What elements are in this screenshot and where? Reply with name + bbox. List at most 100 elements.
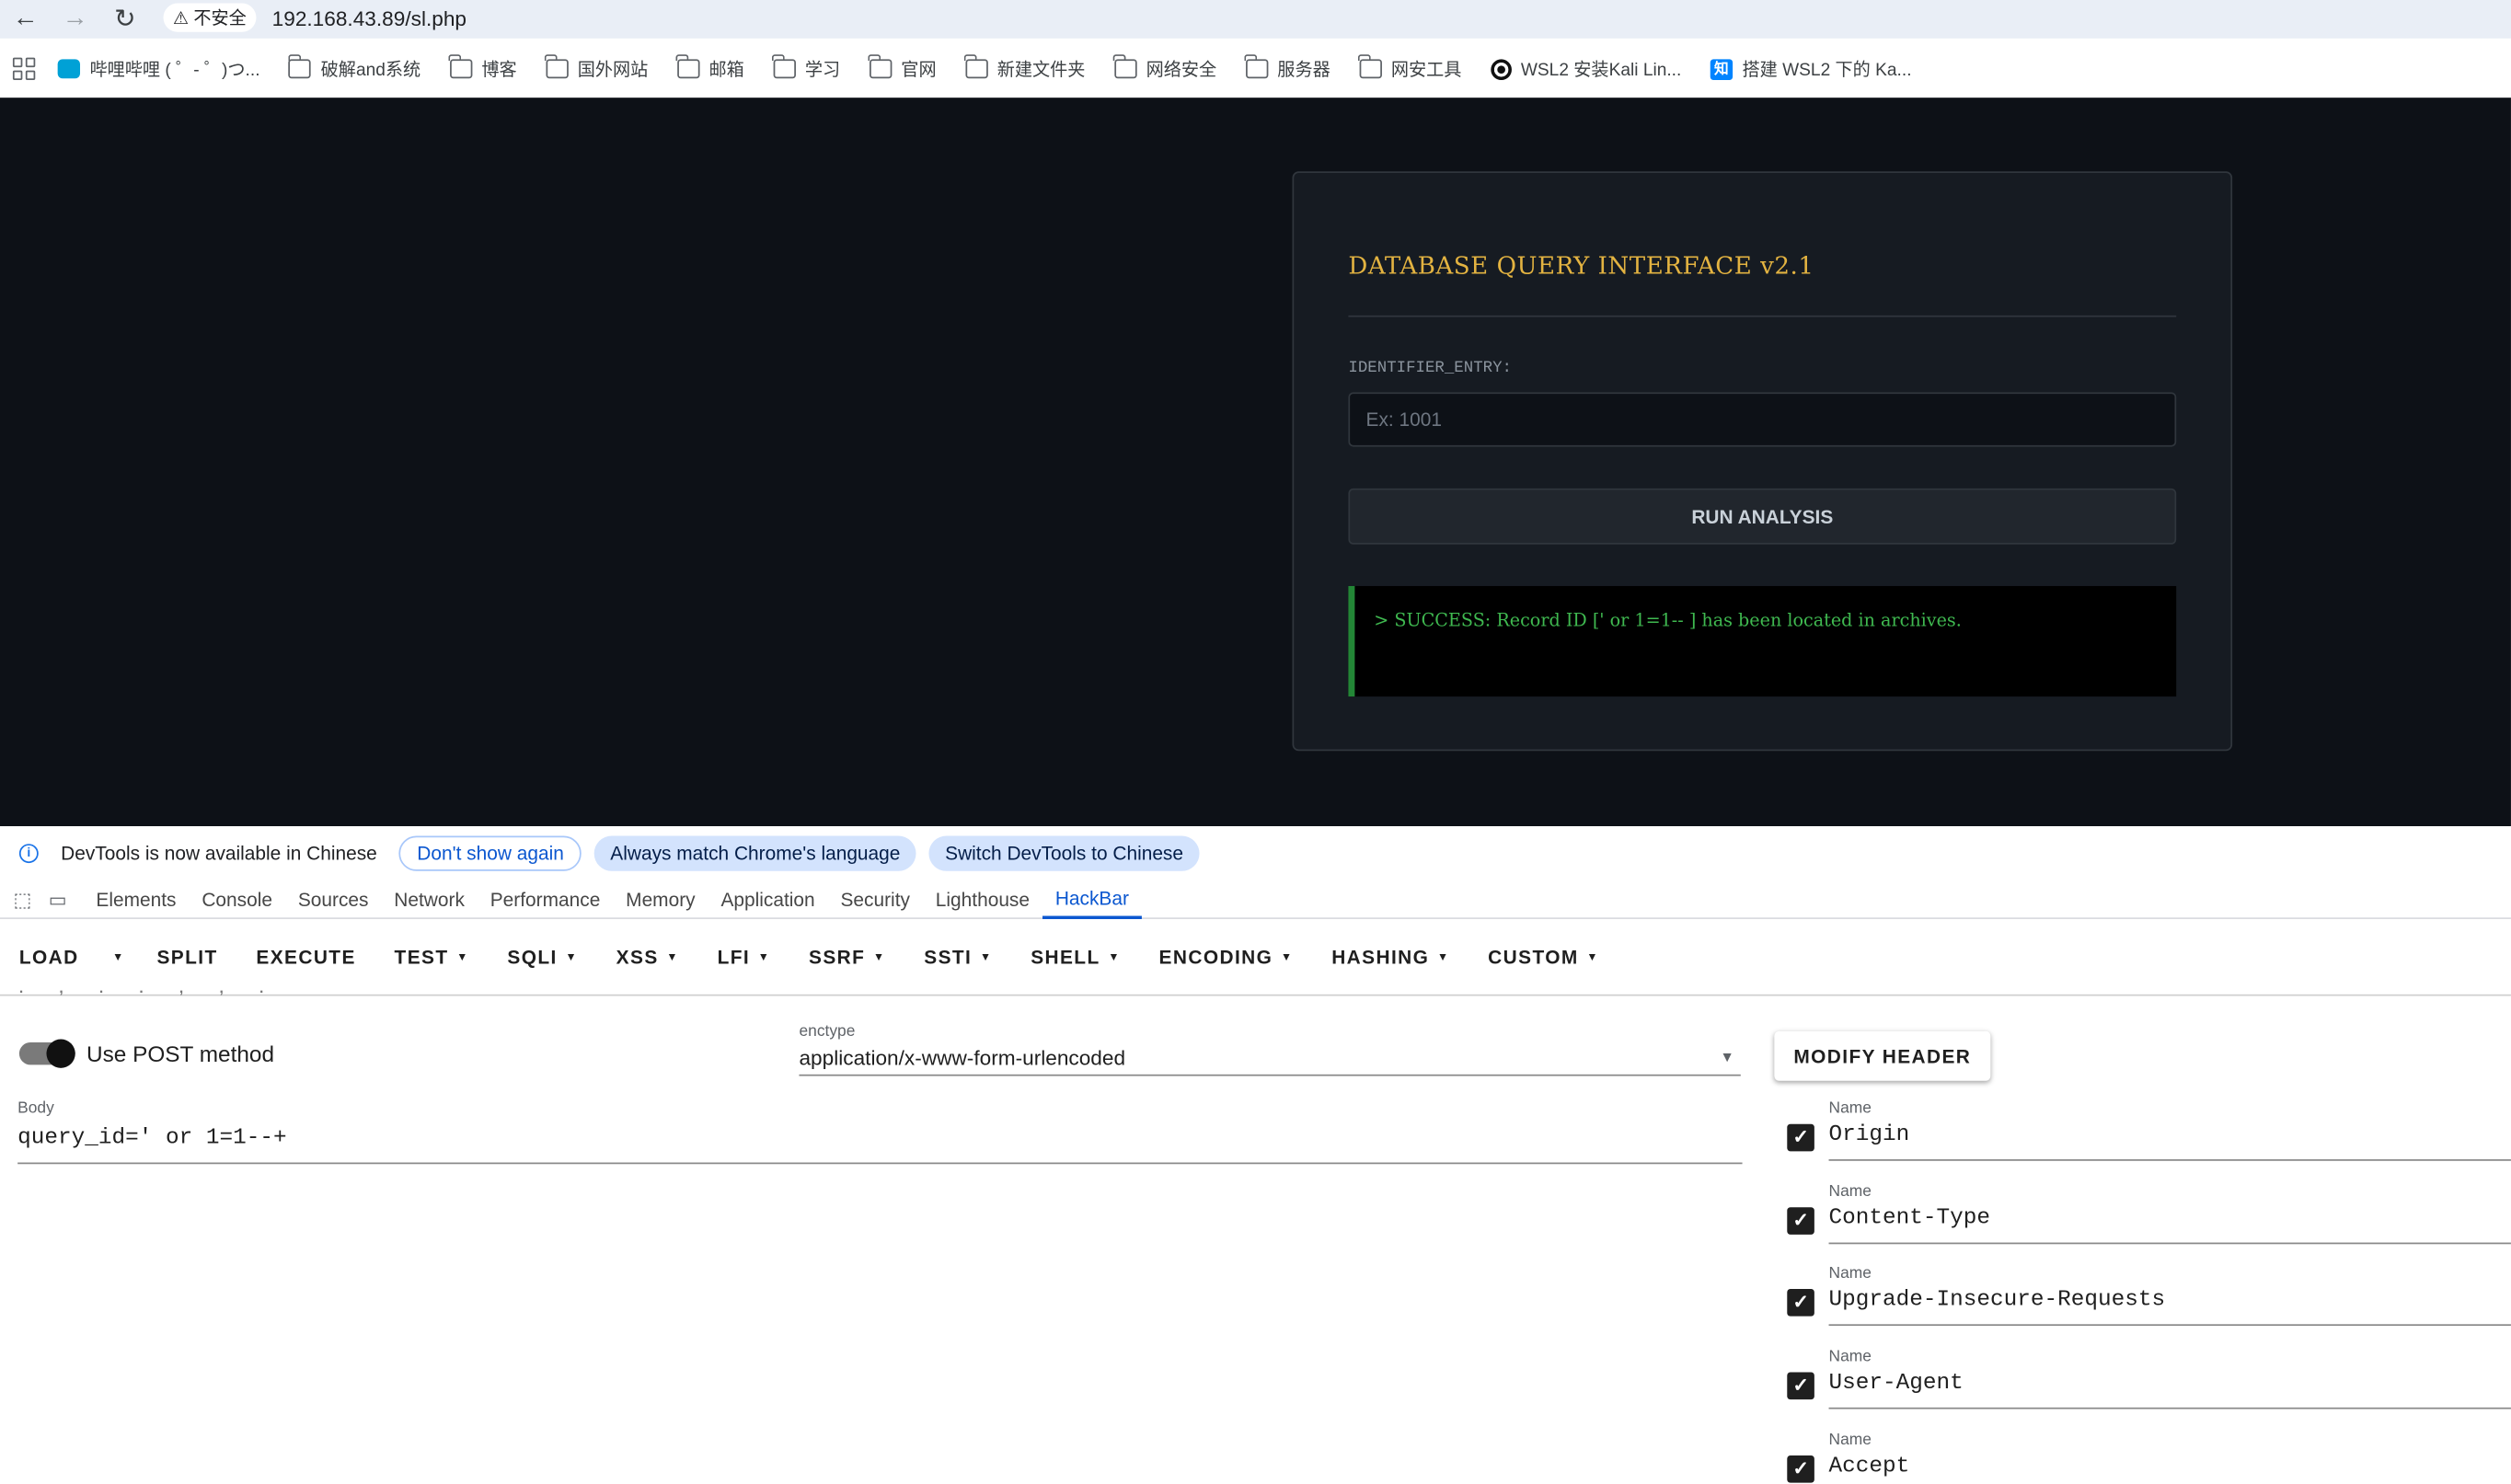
lfi-button[interactable]: LFI ▼ (698, 934, 789, 982)
tab-elements[interactable]: Elements (84, 880, 190, 918)
header-name-input[interactable]: Content-Type (1828, 1206, 2511, 1245)
folder-icon (772, 54, 796, 79)
bookmark-label: 网络安全 (1146, 61, 1217, 81)
bookmark-item[interactable]: 国外网站 (545, 54, 648, 82)
split-label: SPLIT (156, 946, 218, 969)
caret-down-icon: ▼ (979, 951, 993, 963)
body-caption: Body (17, 1099, 54, 1118)
security-label: 不安全 (193, 9, 247, 29)
lfi-label: LFI (717, 946, 751, 969)
caret-down-icon: ▼ (456, 951, 469, 963)
encoding-button[interactable]: ENCODING ▼ (1140, 934, 1313, 982)
hashing-button[interactable]: HASHING ▼ (1312, 934, 1469, 982)
tab-console[interactable]: Console (189, 880, 284, 918)
body-input[interactable]: query_id=' or 1=1--+ (17, 1126, 1743, 1165)
load-button[interactable]: LOAD (0, 934, 98, 982)
custom-button[interactable]: CUSTOM ▼ (1469, 934, 1618, 982)
load-label: LOAD (18, 946, 79, 969)
split-button[interactable]: SPLIT (138, 934, 237, 982)
devtools-language-banner: i DevTools is now available in Chinese D… (0, 826, 2511, 881)
test-label: TEST (394, 946, 449, 969)
test-button[interactable]: TEST ▼ (375, 934, 489, 982)
bookmark-item[interactable]: 学习 (772, 54, 840, 82)
tab-lighthouse[interactable]: Lighthouse (923, 880, 1042, 918)
tab-memory[interactable]: Memory (613, 880, 708, 918)
ssti-button[interactable]: SSTI ▼ (904, 934, 1011, 982)
header-enabled-checkbox[interactable]: ✓ (1787, 1289, 1814, 1317)
load-dropdown-button[interactable]: ▼ (98, 934, 138, 982)
zhihu-icon: 知 (1710, 58, 1734, 80)
header-name-input[interactable]: User-Agent (1828, 1371, 2511, 1409)
address-bar-row: ← → ↻ ⚠ 不安全 192.168.43.89/sl.php (0, 0, 2511, 39)
toolbar-scroll-indicator: . , . . , , . (18, 980, 280, 996)
bookmark-item[interactable]: 博客 (448, 54, 517, 82)
header-enabled-checkbox[interactable]: ✓ (1787, 1123, 1814, 1152)
caret-down-icon: ▼ (1280, 951, 1294, 963)
enctype-caption: enctype (799, 1023, 856, 1041)
header-name-caption: Name (1828, 1431, 1872, 1450)
device-toolbar-icon[interactable]: ▭ (45, 886, 71, 912)
identifier-input[interactable] (1348, 392, 2177, 447)
enctype-select[interactable]: application/x-www-form-urlencoded ▼ (799, 1045, 1741, 1076)
caret-down-icon: ▼ (666, 951, 679, 963)
header-enabled-checkbox[interactable]: ✓ (1787, 1455, 1814, 1483)
back-icon[interactable]: ← (9, 3, 41, 35)
header-enabled-checkbox[interactable]: ✓ (1787, 1372, 1814, 1400)
tab-performance[interactable]: Performance (478, 880, 613, 918)
bookmark-item[interactable]: 哔哩哔哩 ( ゜- ゜)つ... (57, 56, 260, 82)
execute-button[interactable]: EXECUTE (236, 934, 374, 982)
bookmark-item[interactable]: 邮箱 (675, 54, 744, 82)
post-method-label: Use POST method (86, 1041, 275, 1067)
apps-grid-icon[interactable] (12, 57, 36, 81)
shell-button[interactable]: SHELL ▼ (1011, 934, 1139, 982)
header-name-input[interactable]: Upgrade-Insecure-Requests (1828, 1287, 2511, 1327)
bookmark-label: 哔哩哔哩 ( ゜- ゜)つ... (89, 61, 260, 81)
tab-application[interactable]: Application (708, 880, 828, 918)
bookmark-label: 破解and系统 (320, 61, 421, 81)
bookmark-item[interactable]: 服务器 (1244, 54, 1330, 82)
bookmark-item[interactable]: 新建文件夹 (964, 54, 1086, 82)
switch-to-chinese-button[interactable]: Switch DevTools to Chinese (928, 835, 1200, 871)
tab-sources[interactable]: Sources (285, 880, 381, 918)
xss-label: XSS (616, 946, 659, 969)
run-analysis-button[interactable]: RUN ANALYSIS (1348, 488, 2177, 545)
caret-down-icon: ▼ (757, 951, 771, 963)
post-method-toggle[interactable] (18, 1039, 75, 1068)
bookmark-item[interactable]: 破解and系统 (287, 54, 421, 82)
url-text[interactable]: 192.168.43.89/sl.php (272, 6, 466, 29)
ssrf-button[interactable]: SSRF ▼ (789, 934, 904, 982)
folder-icon (287, 54, 312, 79)
execute-label: EXECUTE (256, 946, 356, 969)
bookmark-item[interactable]: 官网 (868, 54, 937, 82)
header-name-input[interactable]: Accept (1829, 1454, 2511, 1484)
dont-show-again-button[interactable]: Don't show again (399, 835, 582, 871)
tab-network[interactable]: Network (381, 880, 477, 918)
header-enabled-checkbox[interactable]: ✓ (1787, 1207, 1814, 1235)
folder-icon (675, 54, 700, 79)
header-name-input[interactable]: Origin (1828, 1122, 2511, 1161)
inspect-element-icon[interactable]: ⬚ (9, 886, 35, 912)
bookmark-label: 新建文件夹 (996, 61, 1086, 81)
omnibox[interactable]: ⚠ 不安全 192.168.43.89/sl.php (163, 0, 2511, 36)
tab-hackbar[interactable]: HackBar (1042, 880, 1142, 919)
bookmark-item[interactable]: 网安工具 (1358, 54, 1461, 82)
tab-security[interactable]: Security (828, 880, 923, 918)
sqli-label: SQLI (507, 946, 558, 969)
bookmark-item[interactable]: WSL2 安装Kali Lin... (1490, 56, 1681, 82)
header-row: ✓ Name Accept (1787, 1432, 2511, 1484)
caret-down-icon: ▼ (1108, 951, 1121, 963)
forward-icon[interactable]: → (59, 3, 91, 35)
bookmark-item[interactable]: 网络安全 (1112, 54, 1217, 82)
sqli-button[interactable]: SQLI ▼ (489, 934, 597, 982)
caret-down-icon: ▼ (873, 951, 886, 963)
always-match-language-button[interactable]: Always match Chrome's language (593, 835, 916, 871)
modify-header-button[interactable]: MODIFY HEADER (1774, 1030, 1991, 1081)
header-name-caption: Name (1828, 1348, 1872, 1366)
caret-down-icon: ▼ (1586, 951, 1599, 963)
reload-icon[interactable]: ↻ (109, 3, 141, 35)
hashing-label: HASHING (1331, 946, 1430, 969)
xss-button[interactable]: XSS ▼ (597, 934, 698, 982)
header-row: ✓ Name Upgrade-Insecure-Requests (1787, 1265, 2511, 1336)
security-chip[interactable]: ⚠ 不安全 (163, 3, 257, 32)
bookmark-item[interactable]: 知搭建 WSL2 下的 Ka... (1710, 56, 1912, 82)
